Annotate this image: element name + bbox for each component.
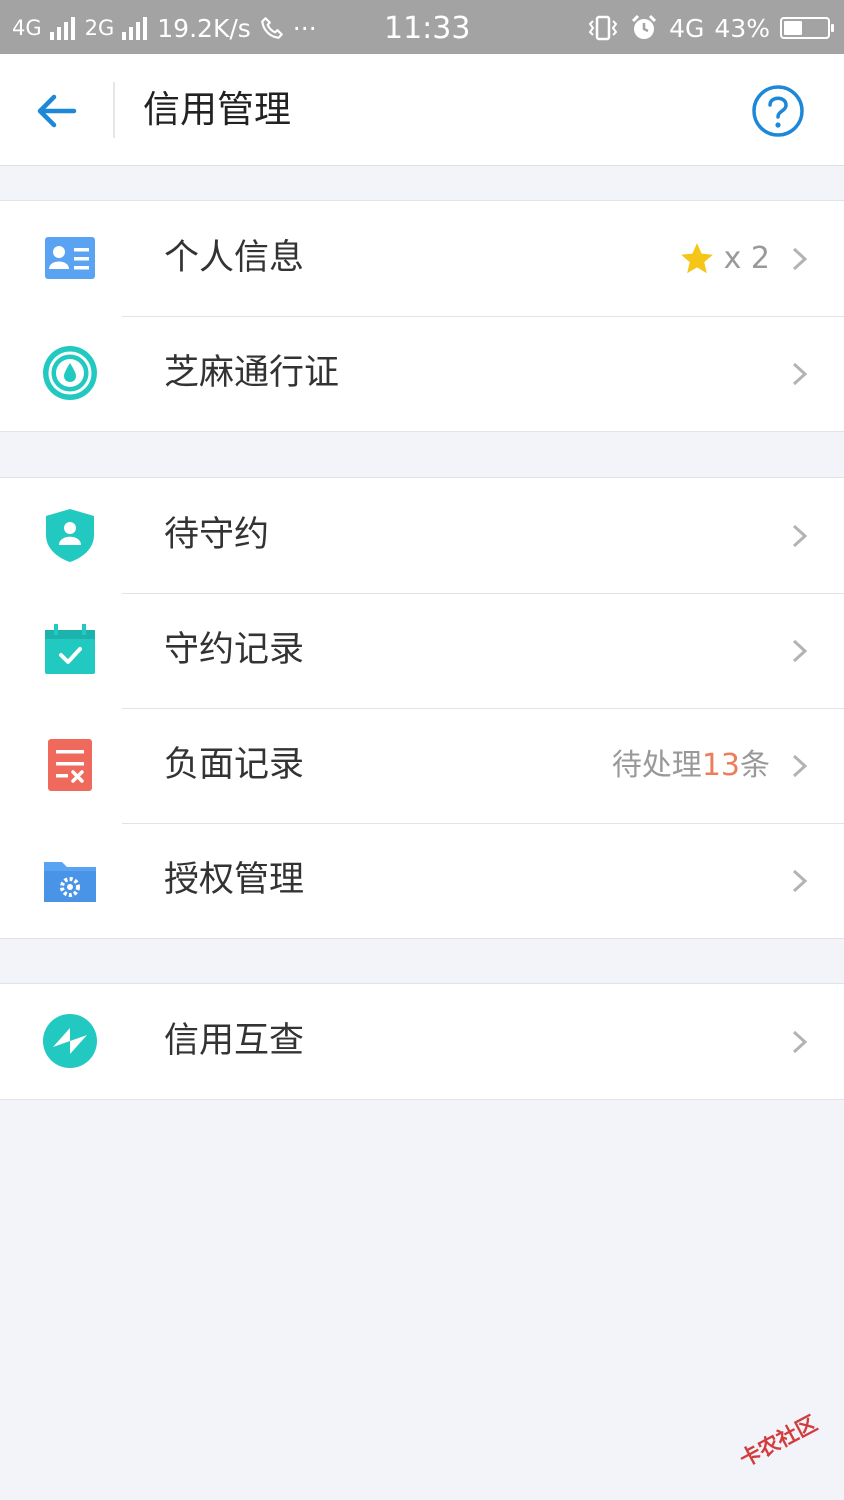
star-icon xyxy=(680,242,713,273)
phone-icon xyxy=(260,17,283,39)
row-sesame-pass[interactable]: 芝麻通行证 xyxy=(0,316,844,431)
question-circle-icon[interactable] xyxy=(751,84,805,138)
pending-suffix: 条 xyxy=(740,748,770,783)
network-4g-label-right: 4G xyxy=(669,13,705,43)
chevron-right-icon xyxy=(792,869,808,893)
arrow-left-icon[interactable] xyxy=(34,88,80,134)
chevron-right-icon xyxy=(792,247,808,271)
star-multiplier: x xyxy=(723,241,742,276)
row-label: 待守约 xyxy=(164,515,270,555)
group-records: 待守约 守约记录 负面记录 待处理 13 条 授权管理 xyxy=(0,477,844,939)
battery-percent: 43% xyxy=(714,13,770,43)
row-label: 个人信息 xyxy=(164,238,305,278)
shield-user-icon xyxy=(46,509,94,562)
row-personal-info[interactable]: 个人信息 x 2 xyxy=(0,201,844,316)
row-label: 芝麻通行证 xyxy=(164,353,340,393)
page-title: 信用管理 xyxy=(143,88,291,131)
app-header: 信用管理 xyxy=(0,54,844,166)
row-label: 授权管理 xyxy=(164,860,305,900)
chevron-right-icon xyxy=(792,639,808,663)
alarm-icon xyxy=(632,14,657,39)
document-x-icon xyxy=(48,739,92,791)
vibrate-icon xyxy=(588,15,618,41)
row-pending-commitment[interactable]: 待守约 xyxy=(0,478,844,593)
group-mutual: 信用互查 xyxy=(0,983,844,1100)
calendar-check-icon xyxy=(45,624,95,674)
mutual-check-icon xyxy=(43,1014,97,1068)
row-commitment-record[interactable]: 守约记录 xyxy=(0,593,844,708)
network-2g-label: 2G xyxy=(84,16,115,40)
signal-icon xyxy=(49,16,75,40)
network-4g-label: 4G xyxy=(12,16,42,40)
more-dots: ··· xyxy=(292,13,317,43)
row-negative-record[interactable]: 负面记录 待处理 13 条 xyxy=(0,708,844,823)
pending-prefix: 待处理 xyxy=(611,748,702,783)
row-label: 负面记录 xyxy=(164,745,305,785)
net-speed: 19.2K/s xyxy=(157,13,251,43)
row-mutual-check[interactable]: 信用互查 xyxy=(0,984,844,1099)
row-label: 守约记录 xyxy=(164,630,305,670)
pending-count: 待处理 13 条 xyxy=(612,708,770,823)
watermark-logo: 卡农社区 xyxy=(734,1400,844,1500)
sesame-pass-icon xyxy=(43,346,97,400)
header-divider xyxy=(113,82,115,138)
row-label: 信用互查 xyxy=(164,1021,305,1061)
star-number: 2 xyxy=(750,241,770,276)
group-profile: 个人信息 x 2 芝麻通行证 xyxy=(0,200,844,432)
folder-gear-icon xyxy=(44,862,96,902)
watermark-text: 卡农社区 xyxy=(735,1411,822,1472)
chevron-right-icon xyxy=(792,362,808,386)
pending-number: 13 xyxy=(701,748,740,783)
row-authorization[interactable]: 授权管理 xyxy=(0,823,844,938)
battery-icon xyxy=(780,17,834,39)
chevron-right-icon xyxy=(792,524,808,548)
star-count: x 2 xyxy=(678,201,770,316)
clock: 11:33 xyxy=(384,10,471,46)
chevron-right-icon xyxy=(792,754,808,778)
id-card-icon xyxy=(45,237,95,279)
status-bar: 4G 2G 19.2K/s ··· 11:33 4G 43% xyxy=(0,0,844,54)
signal-icon-2 xyxy=(122,16,148,40)
chevron-right-icon xyxy=(792,1030,808,1054)
